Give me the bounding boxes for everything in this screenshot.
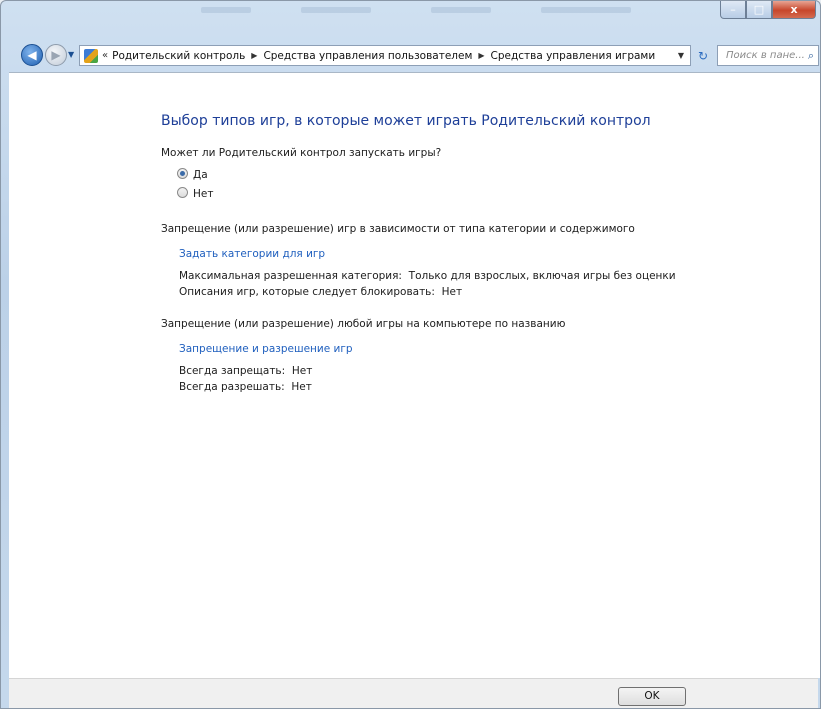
close-icon: x — [790, 3, 798, 16]
radio-no[interactable] — [177, 187, 188, 198]
always-allow-label: Всегда разрешать: — [179, 381, 285, 393]
always-block-value: Нет — [291, 365, 313, 377]
block-allow-games-link[interactable]: Запрещение и разрешение игр — [179, 343, 353, 355]
search-icon[interactable]: ⌕ — [808, 49, 814, 63]
title-bar-reflection — [431, 7, 491, 13]
navigation-bar: ◀ ▶ ▼ « Родительский контроль ▶ Средства… — [1, 38, 820, 68]
close-button[interactable]: x — [772, 1, 816, 19]
always-allow-row: Всегда разрешать: Нет — [179, 381, 312, 393]
breadcrumb-separator-icon[interactable]: ▶ — [478, 51, 484, 60]
breadcrumb-parental-controls[interactable]: Родительский контроль — [112, 50, 245, 62]
maximize-icon: □ — [753, 3, 765, 16]
back-arrow-icon: ◀ — [27, 48, 37, 62]
section-by-name-title: Запрещение (или разрешение) любой игры н… — [161, 318, 566, 330]
search-input[interactable]: Поиск в пане... ⌕ — [717, 45, 819, 66]
radio-no-option[interactable]: Нет — [177, 187, 213, 200]
address-bar[interactable]: « Родительский контроль ▶ Средства управ… — [79, 45, 691, 66]
footer-bar: OK — [9, 678, 818, 708]
forward-button[interactable]: ▶ — [45, 44, 67, 66]
breadcrumb-overflow-icon[interactable]: « — [102, 50, 108, 61]
always-allow-value: Нет — [291, 381, 312, 393]
radio-yes-label[interactable]: Да — [193, 169, 208, 181]
content-pane: Выбор типов игр, в которые может играть … — [9, 72, 820, 678]
set-game-categories-link[interactable]: Задать категории для игр — [179, 248, 325, 260]
breadcrumb-user-controls[interactable]: Средства управления пользователем — [263, 50, 472, 62]
forward-arrow-icon: ▶ — [51, 48, 61, 62]
question-label: Может ли Родительский контрол запускать … — [161, 147, 442, 159]
title-bar-reflection — [301, 7, 371, 13]
page-title: Выбор типов игр, в которые может играть … — [161, 113, 651, 129]
recent-pages-dropdown-icon[interactable]: ▼ — [68, 50, 74, 59]
block-descriptions-label: Описания игр, которые следует блокироват… — [179, 286, 435, 298]
caption-buttons: – □ x — [720, 1, 816, 19]
title-bar[interactable]: – □ x — [1, 1, 820, 35]
block-descriptions-value: Нет — [441, 286, 463, 298]
address-dropdown-icon[interactable]: ▼ — [678, 51, 684, 60]
control-panel-icon — [84, 48, 98, 63]
title-bar-reflection — [201, 7, 251, 13]
max-category-row: Максимальная разрешенная категория: Толь… — [179, 270, 676, 282]
window: – □ x ◀ ▶ ▼ « Родительский контроль ▶ Ср… — [0, 0, 821, 709]
max-category-value: Только для взрослых, включая игры без оц… — [408, 270, 676, 282]
minimize-icon: – — [730, 3, 736, 16]
refresh-icon: ↻ — [697, 48, 709, 63]
minimize-button[interactable]: – — [720, 1, 746, 19]
always-block-label: Всегда запрещать: — [179, 365, 286, 377]
radio-yes-option[interactable]: Да — [177, 168, 208, 181]
max-category-label: Максимальная разрешенная категория: — [179, 270, 402, 282]
ok-button[interactable]: OK — [618, 687, 686, 706]
refresh-button[interactable]: ↻ — [693, 45, 713, 66]
section-category-title: Запрещение (или разрешение) игр в зависи… — [161, 223, 635, 235]
search-placeholder: Поиск в пане... — [726, 50, 805, 61]
back-button[interactable]: ◀ — [21, 44, 43, 66]
block-descriptions-row: Описания игр, которые следует блокироват… — [179, 286, 462, 298]
breadcrumb-game-controls[interactable]: Средства управления играми — [491, 50, 656, 62]
title-bar-reflection — [541, 7, 631, 13]
radio-no-label[interactable]: Нет — [193, 188, 213, 200]
maximize-button[interactable]: □ — [746, 1, 772, 19]
radio-yes[interactable] — [177, 168, 188, 179]
always-block-row: Всегда запрещать: Нет — [179, 365, 312, 377]
breadcrumb-separator-icon[interactable]: ▶ — [251, 51, 257, 60]
